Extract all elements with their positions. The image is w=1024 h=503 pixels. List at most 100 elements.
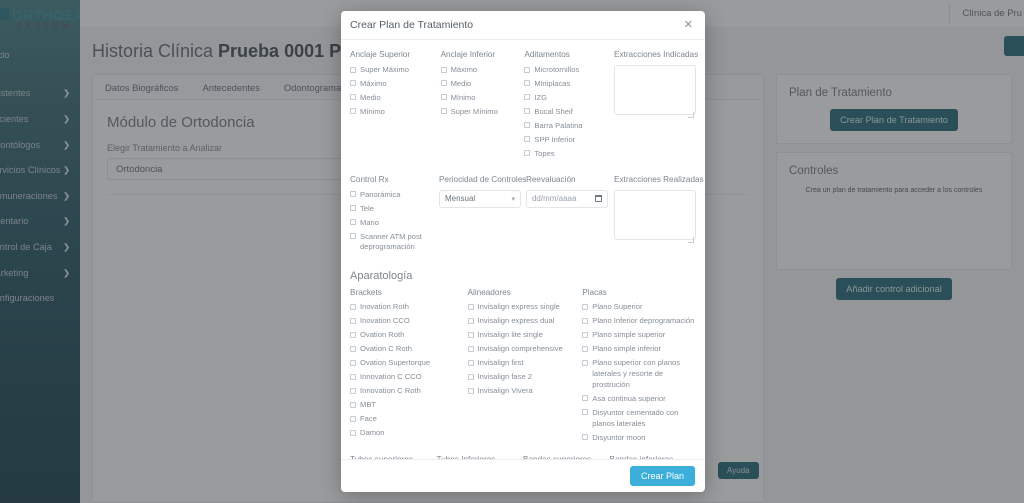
checkbox-row[interactable]: SPP Inferior (524, 135, 614, 146)
checkbox-row[interactable]: Mínimo (440, 93, 525, 104)
checkbox-icon[interactable] (350, 94, 356, 101)
checkbox-row[interactable]: Invisalign Vivera (467, 386, 583, 397)
checkbox-row[interactable]: Máximo (350, 79, 441, 90)
checkbox-icon[interactable] (440, 80, 447, 87)
checkbox-row[interactable]: Medio (440, 79, 525, 90)
checkbox-icon[interactable] (467, 331, 474, 338)
checkbox-icon[interactable] (524, 94, 531, 101)
placas-options: Plano Superior Plano Inferior deprogramac… (582, 302, 696, 443)
checkbox-icon[interactable] (350, 317, 356, 324)
extracciones-realizadas-textarea[interactable] (614, 189, 696, 240)
checkbox-row[interactable]: Plano superior con planos laterales y re… (582, 358, 696, 390)
checkbox-icon[interactable] (350, 219, 356, 226)
checkbox-row[interactable]: Disyuntor moon (582, 433, 696, 444)
placas-label: Placas (582, 288, 607, 298)
checkbox-row[interactable]: Invisalign comprehensive (467, 344, 583, 355)
checkbox-row[interactable]: Plano simple inferior (582, 344, 696, 355)
checkbox-row[interactable]: Invisalign fase 2 (467, 372, 583, 383)
checkbox-icon[interactable] (524, 80, 531, 87)
checkbox-row[interactable]: Barra Palatina (524, 121, 614, 132)
checkbox-row[interactable]: Scanner ATM post deprogramación (350, 232, 439, 254)
checkbox-icon[interactable] (467, 359, 474, 366)
checkbox-row[interactable]: Disyuntor cementado con planos laterales (582, 408, 696, 430)
extracciones-indicadas-textarea[interactable] (614, 65, 696, 115)
checkbox-icon[interactable] (582, 395, 589, 402)
checkbox-icon[interactable] (582, 359, 589, 366)
checkbox-icon[interactable] (350, 387, 356, 394)
alineadores-group: Alineadores Invisalign express single Inv… (467, 288, 583, 446)
checkbox-row[interactable]: IZG (524, 93, 614, 104)
checkbox-row[interactable]: Ovation Roth (350, 330, 468, 341)
checkbox-row[interactable]: Plano Superior (582, 302, 696, 313)
checkbox-icon[interactable] (350, 401, 356, 408)
extracciones-realizadas-label: Extracciones Realizadas (614, 174, 704, 184)
checkbox-icon[interactable] (350, 66, 356, 73)
checkbox-icon[interactable] (524, 66, 531, 73)
checkbox-icon[interactable] (582, 317, 589, 324)
checkbox-icon[interactable] (350, 359, 356, 366)
checkbox-row[interactable]: Ovation Supertorque (350, 358, 468, 369)
checkbox-icon[interactable] (467, 387, 474, 394)
periocidad-group: Periocidad de Controles Mensual ▾ (438, 175, 526, 257)
checkbox-row[interactable]: Plano Inferior deprogramación (582, 316, 696, 327)
checkbox-row[interactable]: Inovation CCO (350, 316, 468, 327)
checkbox-row[interactable]: Invisalign first (467, 358, 583, 369)
checkbox-icon[interactable] (524, 150, 531, 157)
submit-plan-button[interactable]: Crear Plan (629, 466, 695, 486)
checkbox-icon[interactable] (467, 373, 474, 380)
checkbox-icon[interactable] (524, 136, 531, 143)
checkbox-row[interactable]: Face (350, 414, 468, 425)
checkbox-icon[interactable] (350, 331, 356, 338)
checkbox-icon[interactable] (350, 205, 356, 212)
checkbox-icon[interactable] (467, 345, 474, 352)
checkbox-icon[interactable] (582, 345, 589, 352)
checkbox-icon[interactable] (350, 191, 356, 198)
checkbox-row[interactable]: Máximo (440, 65, 525, 76)
checkbox-row[interactable]: Super Máximo (350, 65, 441, 76)
checkbox-icon[interactable] (350, 345, 356, 352)
checkbox-icon[interactable] (524, 122, 531, 129)
checkbox-row[interactable]: Damon (350, 428, 468, 439)
checkbox-icon[interactable] (350, 415, 356, 422)
checkbox-label: Invisalign Vivera (477, 386, 533, 396)
checkbox-icon[interactable] (582, 331, 589, 338)
checkbox-row[interactable]: Bucal Sheif (524, 107, 614, 118)
checkbox-row[interactable]: Tele (350, 204, 439, 215)
checkbox-row[interactable]: Innovation C CCO (350, 372, 468, 383)
checkbox-row[interactable]: Invisalign express dual (467, 316, 583, 327)
checkbox-icon[interactable] (350, 373, 356, 380)
periocidad-select[interactable]: Mensual ▾ (438, 189, 521, 208)
checkbox-row[interactable]: MBT (350, 400, 468, 411)
checkbox-icon[interactable] (440, 94, 447, 101)
checkbox-row[interactable]: Asa continua superior (582, 394, 696, 405)
checkbox-row[interactable]: Plano simple superior (582, 330, 696, 341)
checkbox-row[interactable]: Mínimo (350, 107, 441, 118)
checkbox-row[interactable]: Invisalign express single (467, 302, 583, 313)
checkbox-icon[interactable] (350, 80, 356, 87)
checkbox-icon[interactable] (440, 66, 447, 73)
checkbox-icon[interactable] (350, 108, 356, 115)
checkbox-icon[interactable] (467, 317, 474, 324)
checkbox-row[interactable]: Inovation Roth (350, 302, 468, 313)
close-icon[interactable]: ✕ (681, 18, 696, 33)
checkbox-row[interactable]: Panorámica (350, 190, 439, 201)
checkbox-row[interactable]: Super Mínimo (440, 107, 525, 118)
checkbox-icon[interactable] (350, 303, 356, 310)
checkbox-row[interactable]: Microtornillos (524, 65, 614, 76)
checkbox-icon[interactable] (440, 108, 447, 115)
checkbox-row[interactable]: Miniplacas (524, 79, 614, 90)
checkbox-icon[interactable] (524, 108, 531, 115)
checkbox-icon[interactable] (582, 409, 589, 416)
reevaluacion-date-input[interactable]: dd/mm/aaaa (525, 189, 608, 208)
checkbox-row[interactable]: Innovation C Roth (350, 386, 468, 397)
checkbox-icon[interactable] (467, 303, 474, 310)
checkbox-icon[interactable] (582, 303, 589, 310)
checkbox-row[interactable]: Invisalign lite single (467, 330, 583, 341)
checkbox-icon[interactable] (350, 233, 356, 240)
checkbox-row[interactable]: Topes (524, 149, 614, 160)
checkbox-row[interactable]: Medio (350, 93, 441, 104)
checkbox-icon[interactable] (350, 429, 356, 436)
checkbox-row[interactable]: Mano (350, 218, 439, 229)
checkbox-row[interactable]: Ovation C Roth (350, 344, 468, 355)
checkbox-icon[interactable] (582, 434, 589, 441)
